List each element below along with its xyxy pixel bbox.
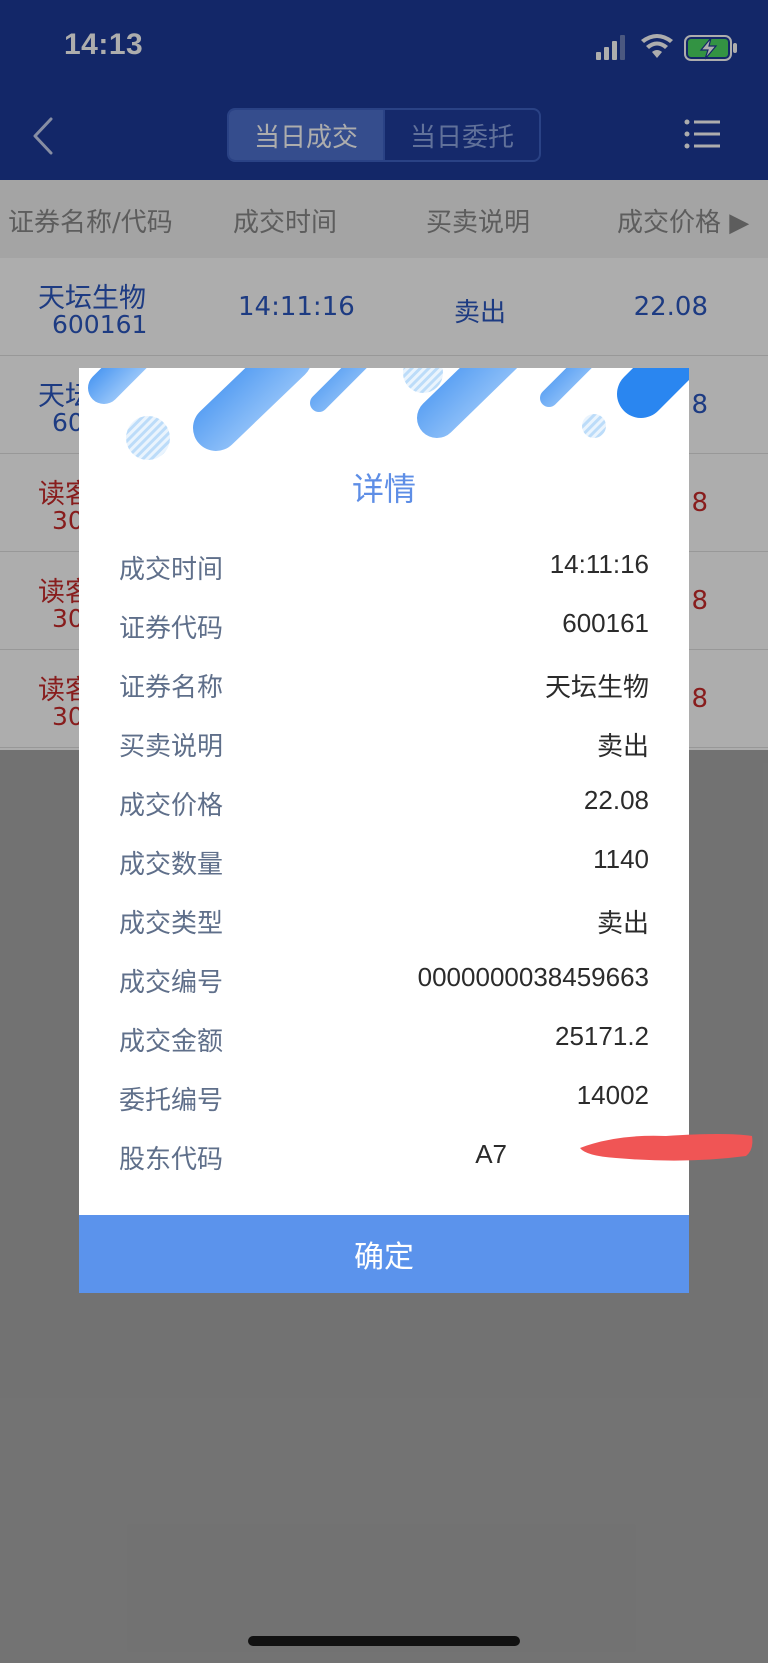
detail-value: 1140 [593,844,649,874]
confirm-button[interactable]: 确定 [79,1215,689,1293]
detail-row: 买卖说明 卖出 [119,726,649,766]
detail-value: 14:11:16 [549,549,649,579]
detail-value: 25171.2 [555,1021,649,1051]
redaction-mark [580,1134,753,1161]
detail-label: 委托编号 [119,1086,224,1116]
home-indicator [248,1636,520,1646]
detail-label: 证券名称 [119,673,224,703]
detail-label: 成交编号 [119,968,224,998]
detail-row: 证券代码 600161 [119,608,649,648]
detail-label: 成交类型 [119,909,224,939]
detail-value: 14002 [576,1080,649,1110]
detail-label: 买卖说明 [119,732,224,762]
detail-row: 委托编号 14002 [119,1080,649,1120]
detail-value: 22.08 [583,785,649,815]
detail-label: 成交数量 [119,850,224,880]
detail-row: 成交时间 14:11:16 [119,549,649,589]
detail-row: 成交数量 1140 [119,844,649,884]
detail-value: 卖出 [596,908,649,938]
detail-value: 卖出 [596,731,649,761]
detail-row: 成交编号 0000000038459663 [119,962,649,1002]
detail-label: 股东代码 [119,1145,224,1175]
detail-value: A7 [475,1139,507,1169]
detail-row: 成交金额 25171.2 [119,1021,649,1061]
detail-row: 证券名称 天坛生物 [119,667,649,707]
detail-label: 成交价格 [119,791,224,821]
detail-row: 成交价格 22.08 [119,785,649,825]
detail-label: 证券代码 [119,614,224,644]
detail-value: 600161 [562,608,649,638]
header-decoration [88,368,689,460]
detail-row: 成交类型 卖出 [119,903,649,943]
detail-row: 股东代码 A7 [119,1139,649,1179]
dialog-title: 详情 [351,470,416,508]
detail-value: 天坛生物 [544,672,649,702]
detail-label: 成交金额 [119,1027,224,1057]
detail-label: 成交时间 [119,555,224,585]
detail-value: 0000000038459663 [417,962,649,992]
